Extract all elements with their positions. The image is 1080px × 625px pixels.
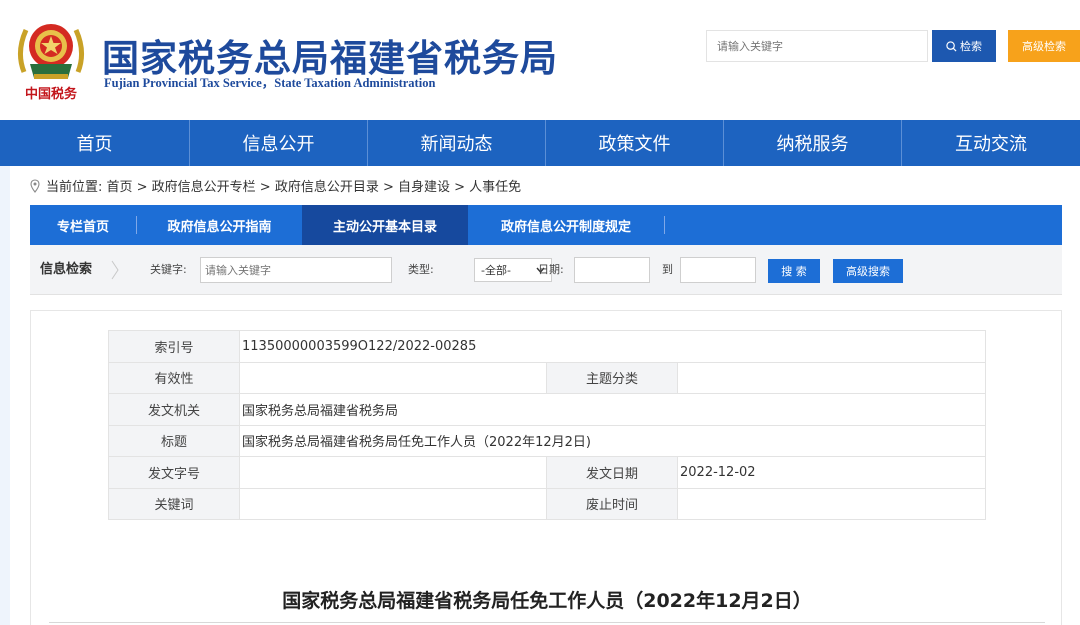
title-label: 标题 — [108, 424, 240, 457]
content-panel: 索引号 11350000003599O122/2022-00285 有效性 主题… — [30, 310, 1062, 625]
breadcrumb-text[interactable]: 当前位置: 首页 > 政府信息公开专栏 > 政府信息公开目录 > 自身建设 > … — [46, 176, 521, 195]
subnav-column-home[interactable]: 专栏首页 — [30, 205, 136, 245]
date-label: 日期: — [538, 263, 564, 276]
issuer-label: 发文机关 — [108, 393, 240, 426]
document-meta-table: 索引号 11350000003599O122/2022-00285 有效性 主题… — [108, 330, 986, 520]
nav-item-policy[interactable]: 政策文件 — [546, 120, 724, 166]
subnav-basic-catalog[interactable]: 主动公开基本目录 — [302, 205, 468, 245]
emblem-caption: 中国税务 — [25, 86, 78, 102]
info-advanced-search-button[interactable]: 高级搜索 — [833, 259, 903, 283]
keywords-value — [239, 487, 547, 520]
topic-value — [677, 361, 986, 394]
nav-item-home[interactable]: 首页 — [0, 120, 190, 166]
location-pin-icon — [30, 178, 40, 193]
index-no-label: 索引号 — [108, 330, 240, 363]
info-search-title: 信息检索 — [40, 262, 93, 277]
keywords-label: 关键词 — [108, 487, 240, 520]
date-from-input[interactable] — [574, 257, 650, 283]
advanced-search-button[interactable]: 高级检索 — [1008, 30, 1080, 62]
date-to-input[interactable] — [680, 257, 756, 283]
tax-emblem-icon[interactable]: 中国税务 — [14, 12, 88, 104]
index-no-value: 11350000003599O122/2022-00285 — [239, 330, 986, 363]
main-nav: 首页 信息公开 新闻动态 政策文件 纳税服务 互动交流 — [0, 120, 1080, 166]
table-row: 发文字号 发文日期 2022-12-02 — [108, 456, 986, 489]
issuer-value: 国家税务总局福建省税务局 — [239, 393, 986, 426]
nav-item-tax-service[interactable]: 纳税服务 — [724, 120, 902, 166]
sub-nav: 专栏首页 政府信息公开指南 主动公开基本目录 政府信息公开制度规定 — [30, 205, 1062, 245]
doc-no-label: 发文字号 — [108, 456, 240, 489]
search-button[interactable]: 检索 — [932, 30, 996, 62]
search-icon — [946, 40, 957, 52]
search-input[interactable] — [706, 30, 928, 62]
table-row: 发文机关 国家税务总局福建省税务局 — [108, 393, 986, 426]
site-subtitle: Fujian Provincial Tax Service，State Taxa… — [104, 76, 436, 90]
nav-item-interaction[interactable]: 互动交流 — [902, 120, 1080, 166]
left-decor-strip — [0, 166, 10, 625]
info-search-button[interactable]: 搜 索 — [768, 259, 820, 283]
topic-label: 主题分类 — [546, 361, 678, 394]
title-divider — [49, 622, 1045, 623]
validity-label: 有效性 — [108, 361, 240, 394]
chevron-right-icon — [111, 260, 119, 280]
table-row: 标题 国家税务总局福建省税务局任免工作人员（2022年12月2日) — [108, 424, 986, 457]
doc-no-value — [239, 456, 547, 489]
nav-item-news[interactable]: 新闻动态 — [368, 120, 546, 166]
keyword-input[interactable] — [200, 257, 392, 283]
site-header: 中国税务 国家税务总局福建省税务局 Fujian Provincial Tax … — [0, 0, 1080, 120]
subnav-divider — [664, 216, 665, 234]
info-search-bar: 信息检索 关键字: 类型: -全部- 日期: 到 搜 索 高级搜索 — [30, 245, 1062, 295]
keyword-label: 关键字: — [150, 263, 187, 276]
validity-value — [239, 361, 547, 394]
type-label: 类型: — [408, 263, 434, 276]
expiry-value — [677, 487, 986, 520]
date-to-label: 到 — [662, 263, 673, 276]
title-value: 国家税务总局福建省税务局任免工作人员（2022年12月2日) — [239, 424, 986, 457]
search-button-label: 检索 — [960, 40, 982, 53]
expiry-label: 废止时间 — [546, 487, 678, 520]
issue-date-value: 2022-12-02 — [677, 456, 986, 489]
issue-date-label: 发文日期 — [546, 456, 678, 489]
subnav-guide[interactable]: 政府信息公开指南 — [137, 205, 302, 245]
type-select-value: -全部- — [481, 264, 511, 277]
breadcrumb: 当前位置: 首页 > 政府信息公开专栏 > 政府信息公开目录 > 自身建设 > … — [30, 176, 521, 195]
subnav-regulations[interactable]: 政府信息公开制度规定 — [468, 205, 664, 245]
article-title: 国家税务总局福建省税务局任免工作人员（2022年12月2日） — [282, 590, 812, 612]
table-row: 关键词 废止时间 — [108, 487, 986, 520]
table-row: 索引号 11350000003599O122/2022-00285 — [108, 330, 986, 363]
table-row: 有效性 主题分类 — [108, 361, 986, 394]
nav-item-info-disclosure[interactable]: 信息公开 — [190, 120, 368, 166]
